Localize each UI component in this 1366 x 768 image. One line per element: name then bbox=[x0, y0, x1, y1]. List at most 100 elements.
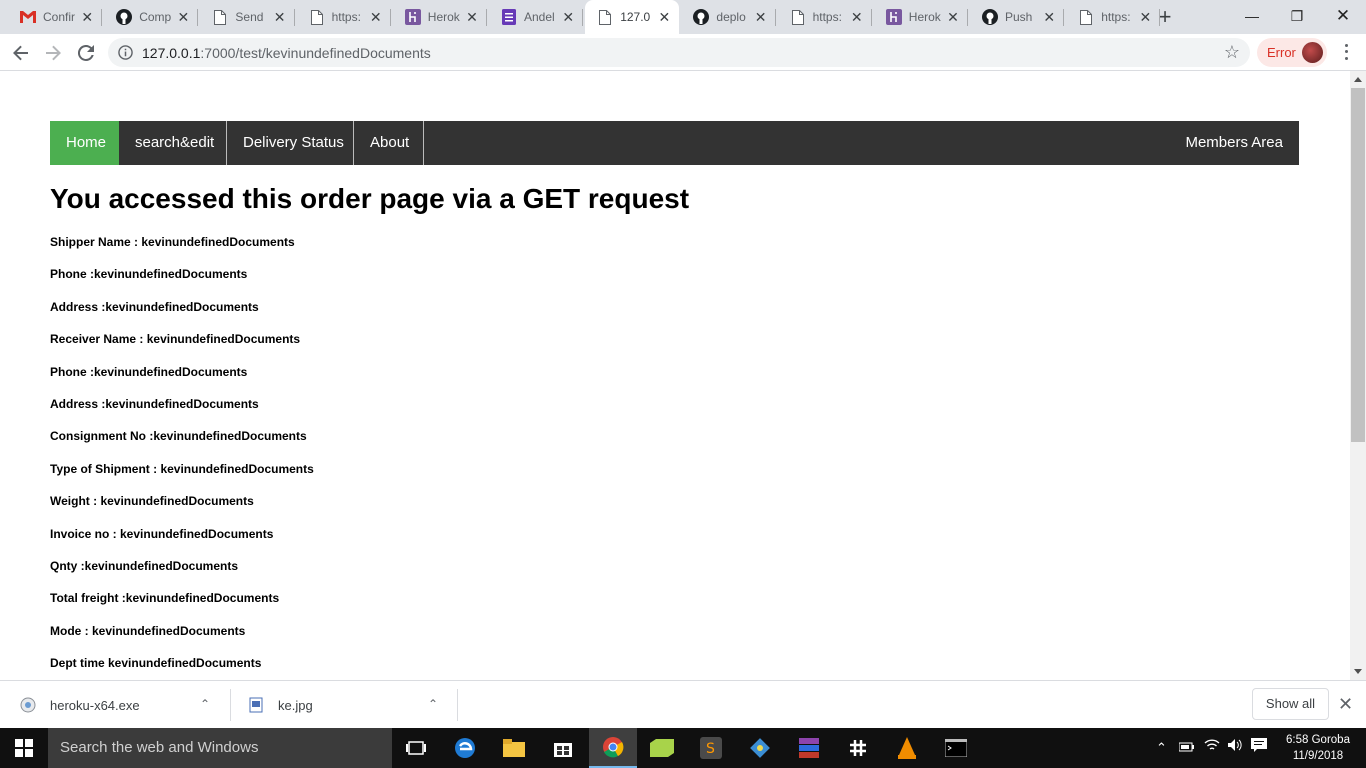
page-viewport: Home search&edit Delivery Status About M… bbox=[0, 71, 1350, 680]
wifi-icon[interactable] bbox=[1204, 728, 1220, 768]
download-shelf: heroku-x64.exe ⌃ ke.jpg ⌃ Show all ✕ bbox=[0, 680, 1366, 728]
order-field: Type of Shipment : kevinundefinedDocumen… bbox=[50, 461, 314, 476]
nav-home[interactable]: Home bbox=[50, 121, 119, 165]
divider bbox=[582, 9, 584, 26]
slack-icon[interactable] bbox=[834, 728, 882, 768]
nav-search-edit[interactable]: search&edit bbox=[119, 121, 227, 165]
address-bar[interactable]: 127.0.0.1:7000/test/kevinundefinedDocume… bbox=[108, 38, 1250, 67]
order-field: Receiver Name : kevinundefinedDocuments bbox=[50, 332, 301, 347]
divider bbox=[293, 9, 295, 26]
chevron-up-icon[interactable]: ⌃ bbox=[200, 697, 210, 711]
forms-icon bbox=[501, 9, 517, 25]
tab-title: Push bbox=[1005, 10, 1033, 24]
close-tab-icon[interactable]: ✕ bbox=[561, 10, 575, 24]
close-tab-icon[interactable]: ✕ bbox=[850, 10, 864, 24]
maximize-button[interactable]: ❐ bbox=[1274, 0, 1320, 34]
close-tab-icon[interactable]: ✕ bbox=[80, 10, 94, 24]
order-details: Shipper Name : kevinundefinedDocuments Ph… bbox=[50, 235, 950, 680]
tab-7[interactable]: deplo ✕ bbox=[681, 0, 776, 34]
download-item-heroku[interactable]: heroku-x64.exe ⌃ bbox=[20, 681, 215, 729]
avatar bbox=[1302, 42, 1323, 63]
nav-about[interactable]: About bbox=[354, 121, 424, 165]
tab-title: Comp bbox=[139, 10, 172, 24]
action-center-icon[interactable] bbox=[1251, 728, 1267, 768]
divider bbox=[389, 9, 391, 26]
git-icon[interactable] bbox=[736, 728, 784, 768]
command-prompt-icon[interactable] bbox=[932, 728, 980, 768]
page-icon bbox=[1078, 9, 1094, 25]
vlc-icon[interactable] bbox=[883, 728, 931, 768]
chrome-taskbar-icon[interactable] bbox=[589, 728, 637, 768]
chrome-menu-button[interactable] bbox=[1336, 42, 1356, 62]
tab-11[interactable]: https: ✕ bbox=[1066, 0, 1161, 34]
nav-members-area[interactable]: Members Area bbox=[1185, 121, 1283, 165]
windows-taskbar: Search the web and Windows S ⌃ 6:58 Goro… bbox=[0, 728, 1366, 768]
close-tab-icon[interactable]: ✕ bbox=[1138, 10, 1152, 24]
close-tab-icon[interactable]: ✕ bbox=[273, 10, 287, 24]
download-item-ke[interactable]: ke.jpg ⌃ bbox=[248, 681, 443, 729]
reload-button[interactable] bbox=[73, 40, 99, 66]
profile-error-button[interactable]: Error bbox=[1257, 38, 1327, 67]
forward-button[interactable] bbox=[40, 40, 66, 66]
volume-icon[interactable] bbox=[1227, 728, 1243, 768]
tab-1[interactable]: Comp ✕ bbox=[104, 0, 199, 34]
bookmark-star-icon[interactable]: ☆ bbox=[1224, 42, 1240, 63]
folder-app-icon[interactable] bbox=[638, 728, 686, 768]
store-icon[interactable] bbox=[539, 728, 587, 768]
tab-6[interactable]: 127.0 ✕ bbox=[585, 0, 680, 34]
close-window-button[interactable]: ✕ bbox=[1320, 0, 1366, 34]
tab-8[interactable]: https: ✕ bbox=[778, 0, 872, 34]
sublime-text-icon[interactable]: S bbox=[687, 728, 735, 768]
order-field: Mode : kevinundefinedDocuments bbox=[50, 623, 246, 638]
close-tab-icon[interactable]: ✕ bbox=[465, 10, 479, 24]
show-all-downloads-button[interactable]: Show all bbox=[1252, 688, 1329, 720]
tab-9[interactable]: Herok ✕ bbox=[874, 0, 968, 34]
chevron-up-icon[interactable]: ⌃ bbox=[428, 697, 438, 711]
order-field: Shipper Name : kevinundefinedDocuments bbox=[50, 235, 295, 249]
close-shelf-icon[interactable]: ✕ bbox=[1338, 694, 1353, 715]
winrar-icon[interactable] bbox=[785, 728, 833, 768]
taskbar-clock[interactable]: 6:58 Goroba 11/9/2018 bbox=[1283, 732, 1353, 764]
scroll-up-arrow-icon[interactable] bbox=[1354, 77, 1362, 82]
page-scrollbar[interactable] bbox=[1350, 71, 1366, 680]
info-icon[interactable] bbox=[118, 45, 133, 60]
file-explorer-icon[interactable] bbox=[490, 728, 538, 768]
divider bbox=[1159, 9, 1161, 26]
back-button[interactable] bbox=[8, 40, 34, 66]
close-tab-icon[interactable]: ✕ bbox=[657, 10, 671, 24]
scrollbar-thumb[interactable] bbox=[1351, 88, 1365, 442]
order-field: Invoice no : kevinundefinedDocuments bbox=[50, 526, 274, 541]
start-button[interactable] bbox=[0, 728, 48, 768]
profile-status-label: Error bbox=[1267, 45, 1296, 60]
tab-2[interactable]: Send ✕ bbox=[200, 0, 295, 34]
close-tab-icon[interactable]: ✕ bbox=[369, 10, 383, 24]
browser-toolbar: 127.0.0.1:7000/test/kevinundefinedDocume… bbox=[0, 34, 1366, 71]
close-tab-icon[interactable]: ✕ bbox=[1042, 10, 1056, 24]
close-tab-icon[interactable]: ✕ bbox=[176, 10, 190, 24]
page-icon bbox=[309, 9, 325, 25]
tab-title: 127.0 bbox=[620, 10, 651, 24]
order-field: Address :kevinundefinedDocuments bbox=[50, 396, 259, 411]
tab-3[interactable]: https: ✕ bbox=[297, 0, 391, 34]
gmail-icon bbox=[20, 9, 36, 25]
tab-title: https: bbox=[1101, 10, 1131, 24]
nav-delivery-status[interactable]: Delivery Status bbox=[227, 121, 354, 165]
order-field: Total freight :kevinundefinedDocuments bbox=[50, 591, 280, 606]
chevron-up-icon[interactable]: ⌃ bbox=[1156, 728, 1167, 768]
divider bbox=[197, 9, 199, 26]
close-tab-icon[interactable]: ✕ bbox=[754, 10, 768, 24]
image-file-icon bbox=[249, 697, 263, 713]
page-icon bbox=[790, 9, 806, 25]
edge-icon[interactable] bbox=[441, 728, 489, 768]
taskbar-search-input[interactable]: Search the web and Windows bbox=[48, 728, 392, 768]
minimize-button[interactable]: — bbox=[1229, 0, 1275, 34]
task-view-icon[interactable] bbox=[392, 728, 440, 768]
scroll-down-arrow-icon[interactable] bbox=[1354, 669, 1362, 674]
battery-icon[interactable] bbox=[1178, 728, 1195, 768]
download-filename: ke.jpg bbox=[278, 697, 313, 713]
tab-10[interactable]: Push ✕ bbox=[970, 0, 1065, 34]
tab-0[interactable]: Confir ✕ bbox=[8, 0, 103, 34]
tab-5[interactable]: Andel ✕ bbox=[489, 0, 584, 34]
tab-4[interactable]: Herok ✕ bbox=[393, 0, 487, 34]
close-tab-icon[interactable]: ✕ bbox=[946, 10, 960, 24]
